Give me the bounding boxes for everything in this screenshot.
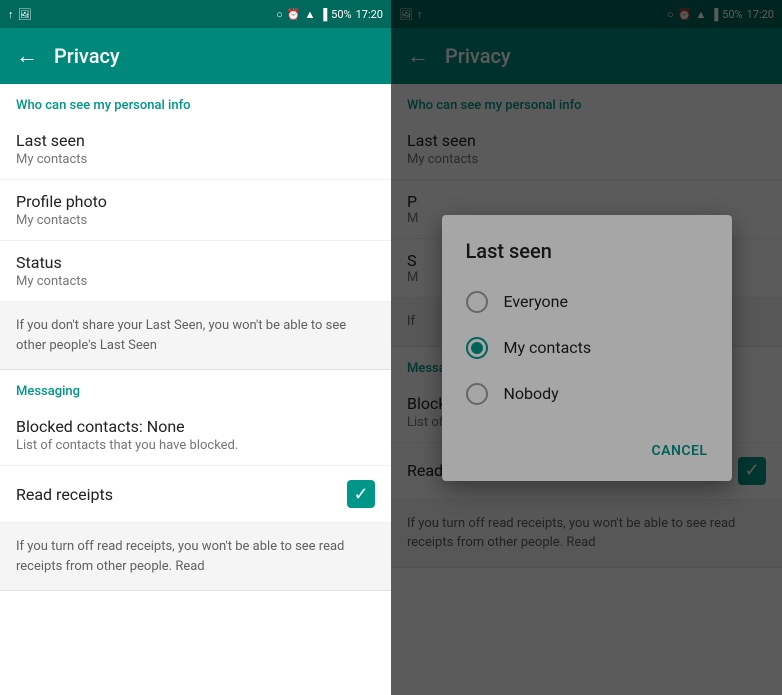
radio-nobody[interactable]	[466, 383, 488, 405]
profile-photo-title: Profile photo	[16, 192, 375, 211]
status-sub: My contacts	[16, 274, 375, 289]
right-panel: 🖼 ↑ ○ ⏰ ▲ ▐ 50% 17:20 ← Privacy Who can …	[391, 0, 782, 695]
wifi-icon: ▲	[304, 8, 315, 21]
left-page-title: Privacy	[54, 44, 120, 68]
image-icon: 🖼	[18, 8, 32, 21]
option-nobody[interactable]: Nobody	[442, 371, 732, 417]
modal-overlay: Last seen Everyone My contacts Nobody CA…	[391, 0, 782, 695]
signal-icon: ▐	[319, 8, 327, 21]
left-header: ← Privacy	[0, 28, 391, 84]
read-receipts-checkbox-left[interactable]: ✓	[347, 480, 375, 508]
last-seen-title-left: Last seen	[16, 131, 375, 150]
cancel-button[interactable]: CANCEL	[635, 433, 723, 469]
last-seen-sub-left: My contacts	[16, 152, 375, 167]
circle-icon: ○	[276, 8, 283, 21]
status-item[interactable]: Status My contacts	[0, 241, 391, 302]
status-bar-right-icons: ○ ⏰ ▲ ▐ 50% 17:20	[276, 8, 383, 21]
option-my-contacts[interactable]: My contacts	[442, 325, 732, 371]
read-receipts-row-left[interactable]: Read receipts ✓	[0, 466, 391, 523]
nobody-label: Nobody	[504, 384, 559, 403]
time-left: 17:20	[356, 8, 383, 21]
blocked-contacts-item-left[interactable]: Blocked contacts: None List of contacts …	[0, 405, 391, 466]
everyone-label: Everyone	[504, 292, 568, 311]
last-seen-item-left[interactable]: Last seen My contacts	[0, 119, 391, 180]
option-everyone[interactable]: Everyone	[442, 279, 732, 325]
last-seen-info-left: If you don't share your Last Seen, you w…	[0, 302, 391, 370]
read-receipts-info-left: If you turn off read receipts, you won't…	[0, 523, 391, 591]
last-seen-dialog: Last seen Everyone My contacts Nobody CA…	[442, 215, 732, 481]
status-bar-left-icons: ↑ 🖼	[8, 8, 31, 21]
blocked-contacts-sub-left: List of contacts that you have blocked.	[16, 438, 375, 453]
blocked-contacts-title-left: Blocked contacts: None	[16, 417, 375, 436]
profile-photo-sub: My contacts	[16, 213, 375, 228]
modal-title: Last seen	[442, 239, 732, 279]
left-panel: ↑ 🖼 ○ ⏰ ▲ ▐ 50% 17:20 ← Privacy Who can …	[0, 0, 391, 695]
status-title: Status	[16, 253, 375, 272]
my-contacts-label: My contacts	[504, 338, 592, 357]
modal-actions: CANCEL	[442, 425, 732, 473]
read-receipts-label-left: Read receipts	[16, 485, 113, 504]
personal-info-section-left: Who can see my personal info	[0, 84, 391, 119]
profile-photo-item[interactable]: Profile photo My contacts	[0, 180, 391, 241]
upload-icon: ↑	[8, 8, 14, 21]
radio-everyone[interactable]	[466, 291, 488, 313]
messaging-section-left: Messaging	[0, 370, 391, 405]
radio-my-contacts[interactable]	[466, 337, 488, 359]
alarm-icon: ⏰	[287, 8, 301, 21]
status-bar-left: ↑ 🖼 ○ ⏰ ▲ ▐ 50% 17:20	[0, 0, 391, 28]
back-button-left[interactable]: ←	[16, 43, 38, 69]
battery-percent: 50%	[331, 8, 351, 21]
